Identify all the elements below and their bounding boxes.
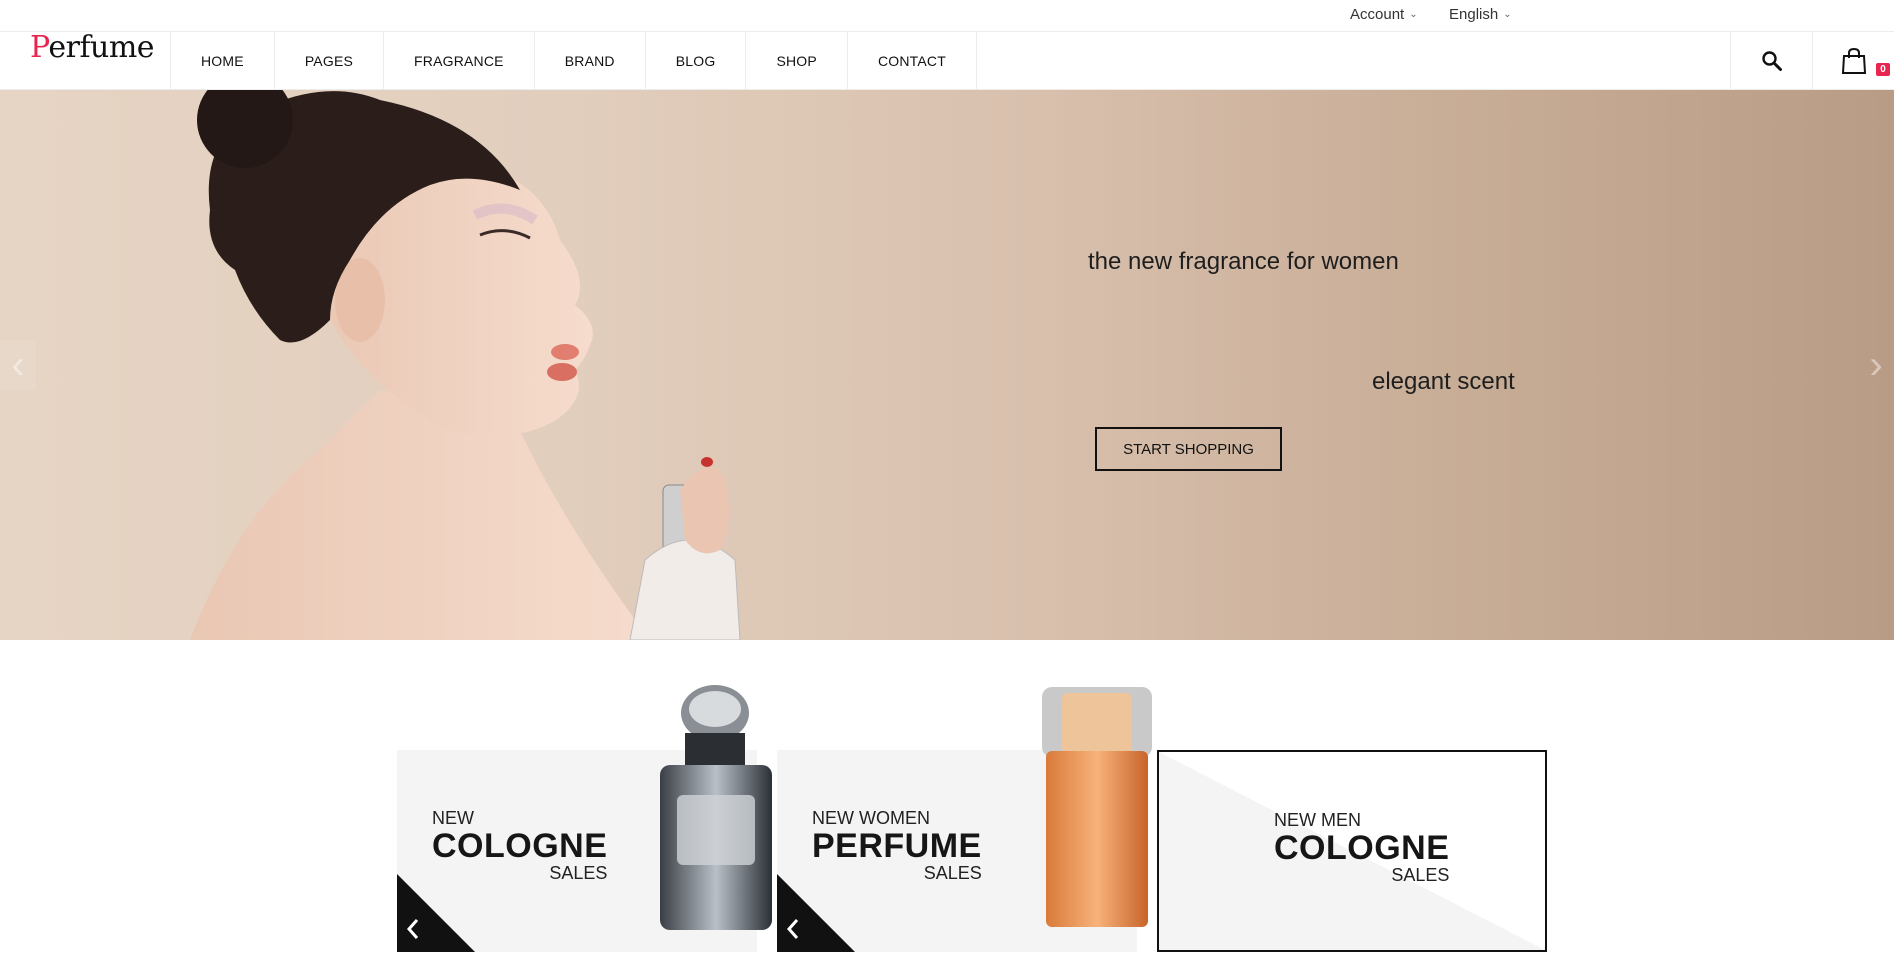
banner-title: COLOGNE [1274,829,1450,867]
site-logo[interactable]: Perfume [30,30,155,65]
women-perfume-bottle-image [1042,687,1152,927]
nav-brand[interactable]: BRAND [533,32,645,90]
hero-prev-arrow[interactable]: ‹ [0,340,36,390]
chevron-down-icon: ⌄ [1409,9,1418,20]
banner-corner-arrow[interactable] [397,874,475,952]
hero-subheadline: elegant scent [1372,368,1515,395]
logo-initial: P [30,30,49,65]
shopping-bag-icon [1841,47,1866,74]
banner-title: PERFUME [812,827,982,865]
nav-pages[interactable]: PAGES [273,32,383,90]
search-button[interactable] [1730,32,1812,90]
chevron-down-icon: ⌄ [1503,9,1512,20]
nav-contact[interactable]: CONTACT [846,32,977,90]
nav-shop[interactable]: SHOP [745,32,846,90]
nav-fragrance[interactable]: FRAGRANCE [383,32,534,90]
language-dropdown[interactable]: English ⌄ [1449,6,1512,23]
cart-button[interactable]: 0 [1812,32,1894,90]
site-header: Perfume HOME PAGES FRAGRANCE BRAND BLOG … [0,30,1894,90]
banner-text: NEW WOMEN PERFUME SALES [812,808,982,884]
hero-headline: the new fragrance for women [1088,248,1399,275]
account-dropdown[interactable]: Account ⌄ [1350,6,1418,23]
banner-sales-label: SALES [1391,865,1450,885]
banner-small-label: NEW WOMEN [812,808,930,828]
logo-text: erfume [48,30,155,65]
start-shopping-button[interactable]: START SHOPPING [1095,427,1282,471]
account-label: Account [1350,6,1405,23]
hero-model-image [190,90,741,640]
banner-text: NEW COLOGNE SALES [432,808,607,884]
banner-corner-arrow[interactable] [777,874,855,952]
main-nav: HOME PAGES FRAGRANCE BRAND BLOG SHOP CON… [170,32,977,90]
nav-home[interactable]: HOME [170,32,274,90]
cart-count-badge: 0 [1876,63,1890,76]
top-utility-bar: Account ⌄ English ⌄ [0,0,1894,31]
hero-next-arrow[interactable]: › [1858,340,1894,390]
nav-blog[interactable]: BLOG [644,32,746,90]
banner-small-label: NEW [432,808,474,828]
banner-text: NEW MEN COLOGNE SALES [1274,810,1449,886]
banner-title: COLOGNE [432,827,608,865]
banner-small-label: NEW MEN [1274,810,1361,830]
cologne-bottle-image [660,685,772,930]
hero-slider: ‹ › the new fragrance for women elegant … [0,90,1894,640]
search-icon [1761,51,1782,71]
header-actions: 0 [1730,32,1894,90]
promo-banner-men-cologne[interactable]: NEW MEN COLOGNE SALES [1157,750,1547,952]
language-label: English [1449,6,1499,23]
